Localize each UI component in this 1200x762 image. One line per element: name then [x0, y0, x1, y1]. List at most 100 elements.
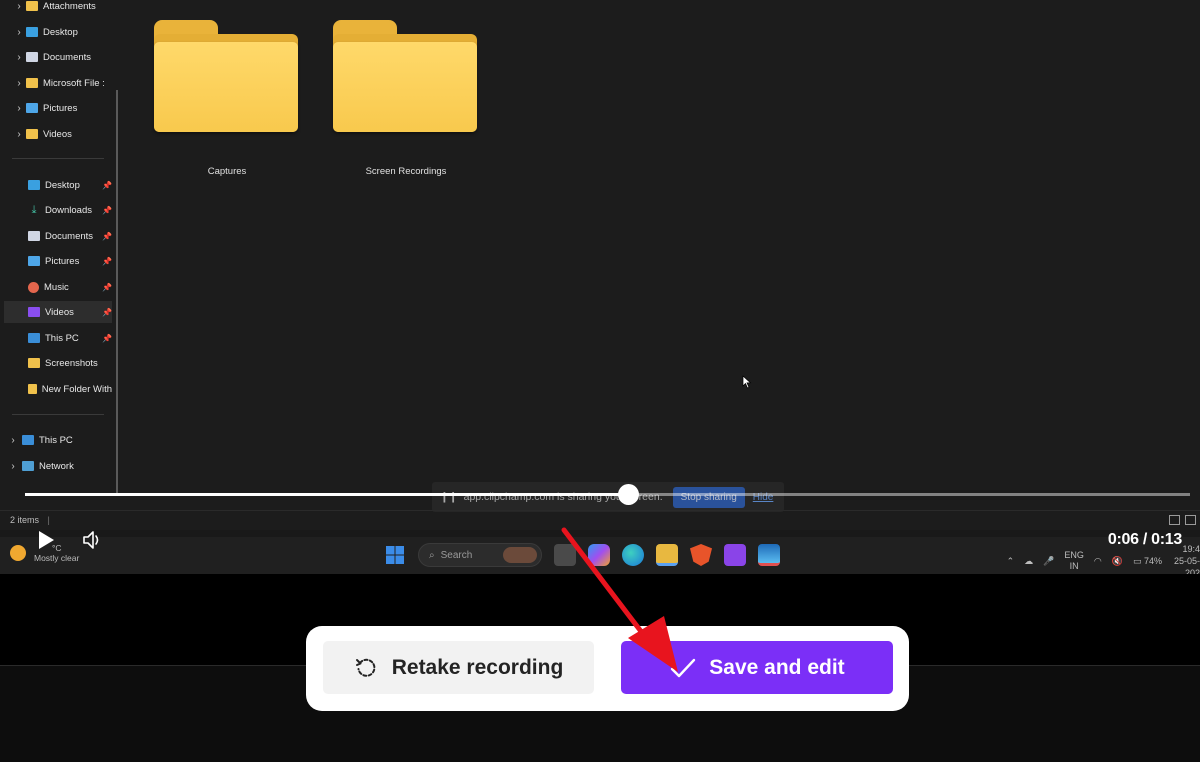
windows-start-icon[interactable] — [384, 544, 406, 566]
mouse-cursor-icon — [742, 375, 752, 389]
wifi-icon[interactable]: ◠ — [1094, 556, 1102, 567]
quick-access-desktop[interactable]: Desktop 📌 — [14, 174, 112, 196]
folder-captures[interactable]: Captures — [154, 20, 300, 177]
folder-icon — [333, 20, 477, 132]
nav-item-this-pc[interactable]: › This PC — [6, 429, 72, 451]
language-indicator[interactable]: ENG IN — [1064, 550, 1084, 572]
onedrive-icon[interactable]: ☁ — [1024, 556, 1033, 567]
battery-indicator[interactable]: ▭ 74% — [1133, 556, 1162, 567]
documents-icon — [28, 231, 40, 241]
quick-access-pictures[interactable]: Pictures 📌 — [14, 250, 112, 272]
search-icon: ⌕ — [429, 549, 435, 561]
folder-label: Captures — [207, 166, 247, 177]
nav-divider — [12, 158, 104, 159]
quick-access-downloads[interactable]: ⤓ Downloads 📌 — [14, 199, 112, 221]
stop-sharing-button[interactable]: Stop sharing — [672, 486, 745, 508]
videos-icon — [28, 307, 40, 317]
pin-icon: 📌 — [102, 231, 112, 241]
tiles-view-icon[interactable] — [1185, 515, 1196, 525]
chevron-right-icon[interactable]: › — [6, 461, 20, 472]
chevron-right-icon[interactable]: › — [12, 27, 26, 38]
search-highlight-icon — [503, 547, 537, 563]
this-pc-icon — [28, 333, 40, 343]
documents-icon — [26, 52, 38, 62]
brave-browser-icon[interactable] — [690, 544, 712, 566]
pin-icon: 📌 — [102, 205, 112, 215]
pictures-icon — [28, 256, 40, 266]
music-icon — [28, 281, 39, 293]
checkmark-icon — [671, 658, 696, 677]
navigation-pane: › Attachments › Desktop › Documents › Mi… — [0, 0, 120, 510]
chevron-right-icon[interactable]: › — [12, 129, 26, 140]
edge-browser-icon[interactable] — [622, 544, 644, 566]
nav-item-documents[interactable]: › Documents — [12, 46, 91, 68]
nav-item-pictures[interactable]: › Pictures — [12, 97, 77, 119]
quick-access-documents[interactable]: Documents 📌 — [14, 225, 112, 247]
windows-taskbar: °C Mostly clear ⌕ Search ⌃ ☁ 🎤 ENG IN ◠ … — [0, 537, 1200, 574]
pin-icon: 📌 — [102, 256, 112, 266]
copilot-icon[interactable] — [588, 544, 610, 566]
file-explorer-icon[interactable] — [656, 544, 678, 566]
nav-item-microsoft-file[interactable]: › Microsoft File : — [12, 72, 104, 94]
screen-recording-preview: › Attachments › Desktop › Documents › Mi… — [0, 0, 1200, 574]
nav-item-desktop[interactable]: › Desktop — [12, 21, 78, 43]
video-seek-bar[interactable] — [25, 484, 1190, 505]
pictures-icon — [26, 103, 38, 113]
nav-scrollbar[interactable] — [116, 90, 118, 495]
quick-access-screenshots[interactable]: Screenshots — [14, 352, 112, 374]
chevron-right-icon[interactable]: › — [12, 1, 26, 12]
playback-time: 0:06 / 0:13 — [1107, 531, 1182, 548]
network-icon — [22, 461, 34, 471]
quick-access-music[interactable]: Music 📌 — [14, 276, 112, 298]
photos-app-icon[interactable] — [758, 544, 780, 566]
quick-access-new-folder[interactable]: New Folder With — [14, 378, 112, 400]
pin-icon: 📌 — [102, 333, 112, 343]
nav-divider — [12, 414, 104, 415]
volume-muted-icon[interactable]: 🔇 — [1112, 556, 1123, 567]
folder-icon — [28, 358, 40, 368]
view-toggle — [1169, 515, 1196, 525]
folder-icon — [26, 129, 38, 139]
pin-icon: 📌 — [102, 180, 112, 190]
volume-icon[interactable] — [82, 530, 104, 550]
folder-icon — [28, 384, 37, 394]
pin-icon: 📌 — [102, 282, 112, 292]
quick-access-this-pc[interactable]: This PC 📌 — [14, 327, 112, 349]
task-view-icon[interactable] — [554, 544, 576, 566]
download-icon: ⤓ — [31, 204, 37, 216]
play-icon[interactable] — [36, 530, 56, 550]
seek-progress — [25, 493, 629, 496]
retake-icon — [355, 658, 376, 677]
taskbar-search[interactable]: ⌕ Search — [418, 543, 542, 567]
nav-item-network[interactable]: › Network — [6, 455, 74, 477]
folder-screen-recordings[interactable]: Screen Recordings — [333, 20, 479, 177]
desktop-icon — [26, 27, 38, 37]
details-view-icon[interactable] — [1169, 515, 1180, 525]
explorer-status-bar: 2 items | — [0, 510, 1200, 530]
desktop-icon — [28, 180, 40, 190]
microphone-icon[interactable]: 🎤 — [1043, 556, 1054, 567]
nav-item-videos[interactable]: › Videos — [12, 123, 72, 145]
save-and-edit-button[interactable]: Save and edit — [621, 641, 893, 694]
screen-sharing-banner: ❙❙ app.clipchamp.com is sharing your scr… — [432, 482, 784, 512]
taskbar-apps: ⌕ Search — [384, 543, 780, 567]
chevron-up-icon[interactable]: ⌃ — [1007, 556, 1015, 567]
quick-access-videos[interactable]: Videos 📌 — [4, 301, 112, 323]
chevron-right-icon[interactable]: › — [12, 103, 26, 114]
item-count: 2 items — [10, 515, 40, 525]
folder-icon — [26, 78, 38, 88]
folder-icon — [154, 20, 298, 132]
weather-icon — [10, 545, 26, 561]
chevron-right-icon[interactable]: › — [12, 78, 26, 89]
file-explorer-window: › Attachments › Desktop › Documents › Mi… — [0, 0, 1200, 530]
folder-icon — [26, 1, 38, 11]
weather-desc: Mostly clear — [34, 553, 80, 563]
clipchamp-icon[interactable] — [724, 544, 746, 566]
recording-actions-panel: Retake recording Save and edit — [306, 626, 909, 711]
nav-item-attachments[interactable]: › Attachments — [12, 0, 95, 17]
pin-icon: 📌 — [102, 307, 112, 317]
chevron-right-icon[interactable]: › — [12, 52, 26, 63]
retake-recording-button[interactable]: Retake recording — [323, 641, 594, 694]
chevron-right-icon[interactable]: › — [6, 435, 20, 446]
folder-content-area: Captures Screen Recordings — [128, 0, 1200, 510]
